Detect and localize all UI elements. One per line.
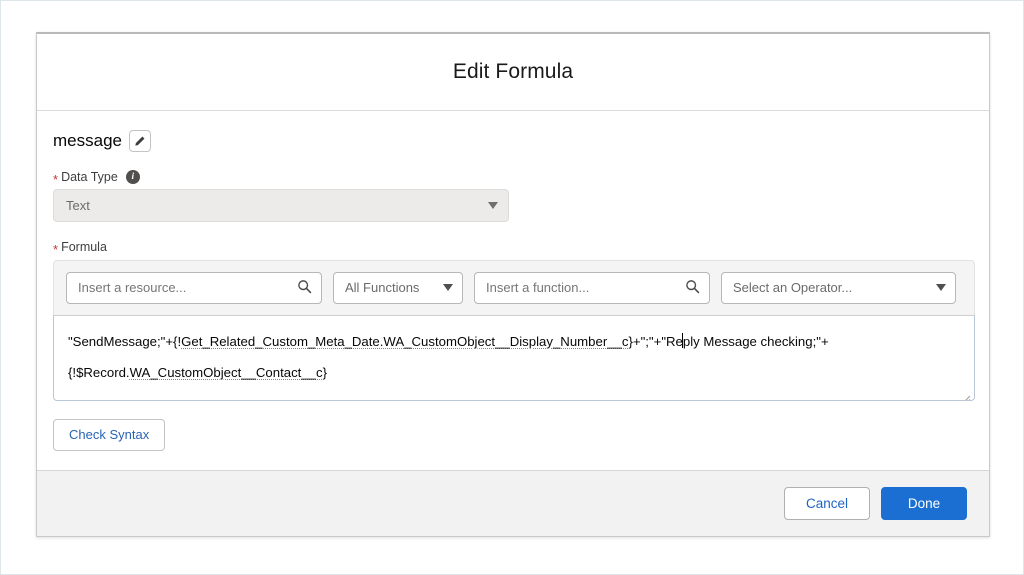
- formula-line-2: {!$Record.WA_CustomObject__Contact__c}: [68, 357, 960, 388]
- search-icon: [685, 279, 700, 297]
- search-icon: [297, 279, 312, 297]
- chevron-down-icon: [936, 284, 946, 291]
- data-type-label: * Data Type i: [53, 169, 973, 187]
- data-type-value: Text: [66, 198, 90, 214]
- resource-name: message: [53, 131, 122, 150]
- select-operator-dropdown[interactable]: Select an Operator...: [721, 271, 956, 304]
- pencil-icon: [133, 135, 146, 148]
- required-marker: *: [53, 171, 59, 187]
- insert-resource-input[interactable]: Insert a resource...: [66, 271, 322, 304]
- data-type-field: * Data Type i Text: [53, 169, 973, 223]
- formula-text-segment: {!$Record.: [68, 364, 130, 380]
- info-icon[interactable]: i: [125, 170, 140, 185]
- formula-text-segment: Get_Related_Custom_Meta_Date.WA_CustomOb…: [181, 333, 629, 349]
- insert-function-input[interactable]: Insert a function...: [474, 271, 710, 304]
- chevron-down-icon: [488, 202, 498, 210]
- modal-footer: Cancel Done: [37, 470, 989, 536]
- edit-name-button[interactable]: [128, 130, 151, 152]
- data-type-label-text: Data Type: [61, 170, 118, 184]
- all-functions-select[interactable]: All Functions: [333, 271, 463, 304]
- formula-text-segment: ply Message checking;"+: [682, 333, 829, 349]
- select-operator-value: Select an Operator...: [733, 280, 853, 295]
- modal-header: Edit Formula: [37, 34, 989, 111]
- required-marker: *: [53, 241, 59, 257]
- formula-field: * Formula Insert a resource... All Funct…: [53, 239, 975, 451]
- formula-line-1: "SendMessage;"+{!Get_Related_Custom_Meta…: [68, 326, 960, 357]
- resource-name-row: message: [53, 130, 973, 152]
- modal-body: message * Data Type i Text * Formula Ins…: [37, 111, 989, 470]
- cancel-button[interactable]: Cancel: [784, 487, 870, 520]
- all-functions-value: All Functions: [345, 280, 420, 295]
- formula-textarea[interactable]: "SendMessage;"+{!Get_Related_Custom_Meta…: [53, 314, 975, 401]
- chevron-down-icon: [443, 284, 453, 291]
- insert-function-placeholder: Insert a function...: [486, 280, 590, 295]
- edit-formula-modal: Edit Formula message * Data Type i Text …: [36, 32, 990, 537]
- formula-text-segment: WA_CustomObject__Contact__c: [129, 364, 323, 380]
- formula-label: * Formula: [53, 239, 973, 257]
- formula-toolbar: Insert a resource... All Functions Inser…: [53, 259, 975, 315]
- check-syntax-button[interactable]: Check Syntax: [53, 418, 166, 451]
- insert-resource-placeholder: Insert a resource...: [78, 280, 187, 295]
- data-type-select[interactable]: Text: [53, 189, 509, 223]
- formula-text-segment: }: [322, 364, 328, 380]
- formula-text-segment: "SendMessage;"+{!: [68, 333, 182, 349]
- page-title: Edit Formula: [452, 60, 574, 83]
- formula-label-text: Formula: [61, 240, 107, 255]
- done-button[interactable]: Done: [881, 487, 967, 520]
- resize-grip[interactable]: [959, 385, 971, 400]
- formula-text-segment: }+";"+"Re: [628, 333, 683, 349]
- page-background: Edit Formula message * Data Type i Text …: [0, 0, 1024, 575]
